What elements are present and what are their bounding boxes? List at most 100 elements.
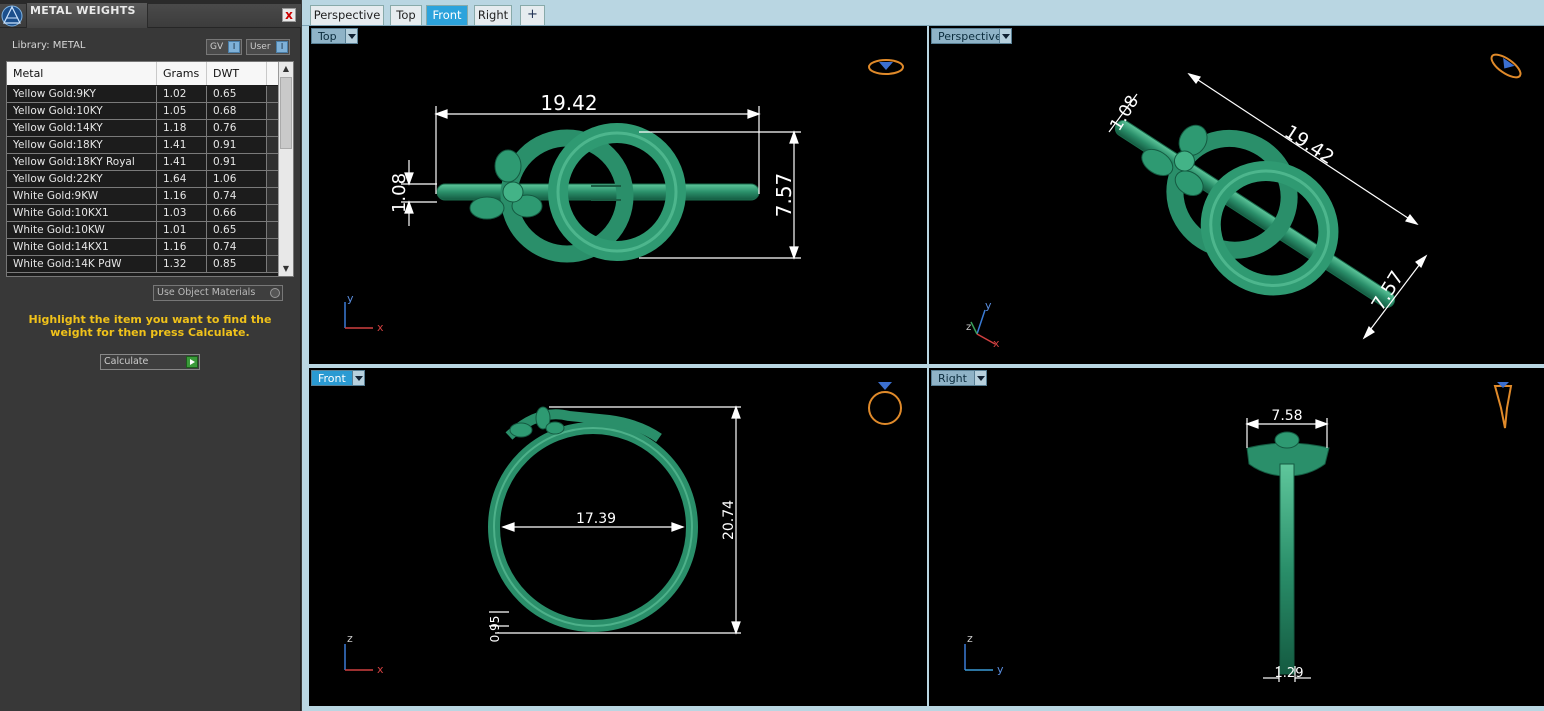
table-row[interactable]: Yellow Gold:9KY 1.02 0.65 (7, 86, 279, 103)
use-object-materials-label: Use Object Materials (157, 287, 256, 298)
viewport-workspace: Perspective Top Front Right + 19.42 7.57… (302, 0, 1544, 711)
dim-width-label: 19.42 (1280, 121, 1338, 169)
chevron-down-icon[interactable] (974, 371, 986, 385)
grams-cell: 1.16 (157, 188, 207, 204)
svg-text:y: y (997, 663, 1004, 676)
grams-cell: 1.16 (157, 239, 207, 255)
svg-text:x: x (377, 321, 384, 334)
calculate-button[interactable]: Calculate (100, 354, 200, 370)
viewport-tabbar: Perspective Top Front Right + (302, 0, 1544, 26)
chevron-down-icon[interactable] (345, 29, 357, 43)
close-button[interactable]: x (282, 8, 296, 22)
use-object-materials-option[interactable]: Use Object Materials (153, 285, 283, 301)
table-row[interactable]: Yellow Gold:14KY 1.18 0.76 (7, 120, 279, 137)
grams-cell: 1.01 (157, 222, 207, 238)
metal-cell: White Gold:14KX1 (7, 239, 157, 255)
dwt-cell: 0.76 (207, 120, 267, 136)
table-row[interactable]: White Gold:9KW 1.16 0.74 (7, 188, 279, 205)
table-row[interactable]: White Gold:14KX1 1.16 0.74 (7, 239, 279, 256)
metal-cell: Yellow Gold:10KY (7, 103, 157, 119)
viewport-label-perspective[interactable]: Perspective (931, 28, 1012, 44)
viewport-perspective[interactable]: 19.42 7.57 1.08 y x z Perspective (929, 26, 1544, 364)
user-toggle-indicator: I (276, 41, 288, 53)
right-view-canvas: 7.58 1.29 z y (964, 382, 1513, 682)
scroll-down-arrow-icon[interactable]: ▼ (279, 262, 293, 276)
panel-header: METAL WEIGHTS x (0, 0, 301, 28)
dim-top-width-label: 7.58 (1271, 408, 1302, 424)
gv-toggle[interactable]: GV I (206, 39, 242, 55)
column-header-dwt[interactable]: DWT (207, 62, 267, 85)
chevron-down-icon[interactable] (352, 371, 364, 385)
grams-cell: 1.64 (157, 171, 207, 187)
viewport-front[interactable]: 17.39 20.74 0.95 z x Front (309, 368, 927, 706)
gv-toggle-indicator: I (228, 41, 240, 53)
instruction-text: Highlight the item you want to find the … (28, 313, 272, 339)
dim-thickness-label: 1.08 (389, 173, 410, 213)
viewport-top[interactable]: 19.42 7.57 1.08 y x Top (309, 26, 927, 364)
metal-cell: Yellow Gold:14KY (7, 120, 157, 136)
grams-cell: 1.05 (157, 103, 207, 119)
scroll-thumb[interactable] (280, 77, 292, 149)
grams-cell: 1.41 (157, 137, 207, 153)
dwt-cell: 0.65 (207, 86, 267, 102)
svg-text:z: z (347, 632, 353, 645)
column-header-grams[interactable]: Grams (157, 62, 207, 85)
viewport-label-top[interactable]: Top (311, 28, 358, 44)
dwt-cell: 0.74 (207, 188, 267, 204)
viewport-label-front-text: Front (318, 372, 346, 385)
table-row[interactable]: Yellow Gold:22KY 1.64 1.06 (7, 171, 279, 188)
metal-cell: White Gold:9KW (7, 188, 157, 204)
table-row[interactable]: Yellow Gold:10KY 1.05 0.68 (7, 103, 279, 120)
table-row[interactable]: Yellow Gold:18KY Royal 1.41 0.91 (7, 154, 279, 171)
column-header-metal[interactable]: Metal (7, 62, 157, 85)
table-row[interactable]: White Gold:14K PdW 1.32 0.85 (7, 256, 279, 273)
grams-cell: 1.18 (157, 120, 207, 136)
axis-gizmo: y x z (966, 299, 1000, 350)
front-view-canvas: 17.39 20.74 0.95 z x (344, 382, 902, 676)
dim-inner-diameter-label: 17.39 (576, 511, 616, 527)
axis-gizmo: z x (344, 632, 384, 676)
metal-cell: White Gold:10KW (7, 222, 157, 238)
viewport-right[interactable]: 7.58 1.29 z y Right (929, 368, 1544, 706)
dwt-cell: 0.68 (207, 103, 267, 119)
dwt-cell: 0.91 (207, 154, 267, 170)
library-label: Library: METAL (12, 40, 86, 51)
table-scrollbar[interactable]: ▲ ▼ (278, 62, 293, 276)
dim-width-label: 19.42 (540, 91, 597, 115)
metal-weights-panel: METAL WEIGHTS x Library: METAL GV I User… (0, 0, 301, 711)
add-tab-icon[interactable]: + (520, 5, 545, 25)
radio-icon[interactable] (270, 288, 280, 298)
gv-toggle-label: GV (210, 42, 224, 52)
ring-view-icon (1493, 382, 1513, 429)
user-toggle[interactable]: User I (246, 39, 290, 55)
scroll-up-arrow-icon[interactable]: ▲ (279, 62, 293, 76)
dwt-cell: 1.06 (207, 171, 267, 187)
metal-cell: White Gold:14K PdW (7, 256, 157, 272)
user-toggle-label: User (250, 42, 271, 52)
axis-gizmo: y x (344, 292, 384, 334)
perspective-view-canvas: 19.42 7.57 1.08 y x z (966, 53, 1522, 350)
tab-right[interactable]: Right (474, 5, 512, 25)
svg-text:z: z (967, 632, 973, 645)
table-row[interactable]: White Gold:10KX1 1.03 0.66 (7, 205, 279, 222)
viewport-label-right[interactable]: Right (931, 370, 987, 386)
tab-top[interactable]: Top (390, 5, 422, 25)
dim-bottom-width-label: 1.29 (1275, 666, 1304, 681)
metal-cell: White Gold:10KX1 (7, 205, 157, 221)
metal-cell: Yellow Gold:9KY (7, 86, 157, 102)
dwt-cell: 0.65 (207, 222, 267, 238)
table-row[interactable]: Yellow Gold:18KY 1.41 0.91 (7, 137, 279, 154)
dwt-cell: 0.74 (207, 239, 267, 255)
ring-view-icon (868, 59, 904, 75)
calculate-label: Calculate (104, 356, 149, 367)
grams-cell: 1.41 (157, 154, 207, 170)
tab-front[interactable]: Front (426, 5, 468, 25)
table-row[interactable]: White Gold:10KW 1.01 0.65 (7, 222, 279, 239)
table-body: Yellow Gold:9KY 1.02 0.65 Yellow Gold:10KY 1… (7, 86, 279, 273)
app-logo-icon (1, 5, 23, 27)
tab-perspective[interactable]: Perspective (310, 5, 384, 25)
chevron-down-icon[interactable] (999, 29, 1011, 43)
viewport-label-front[interactable]: Front (311, 370, 365, 386)
viewport-label-right-text: Right (938, 372, 967, 385)
ring-view-icon (1490, 53, 1522, 79)
